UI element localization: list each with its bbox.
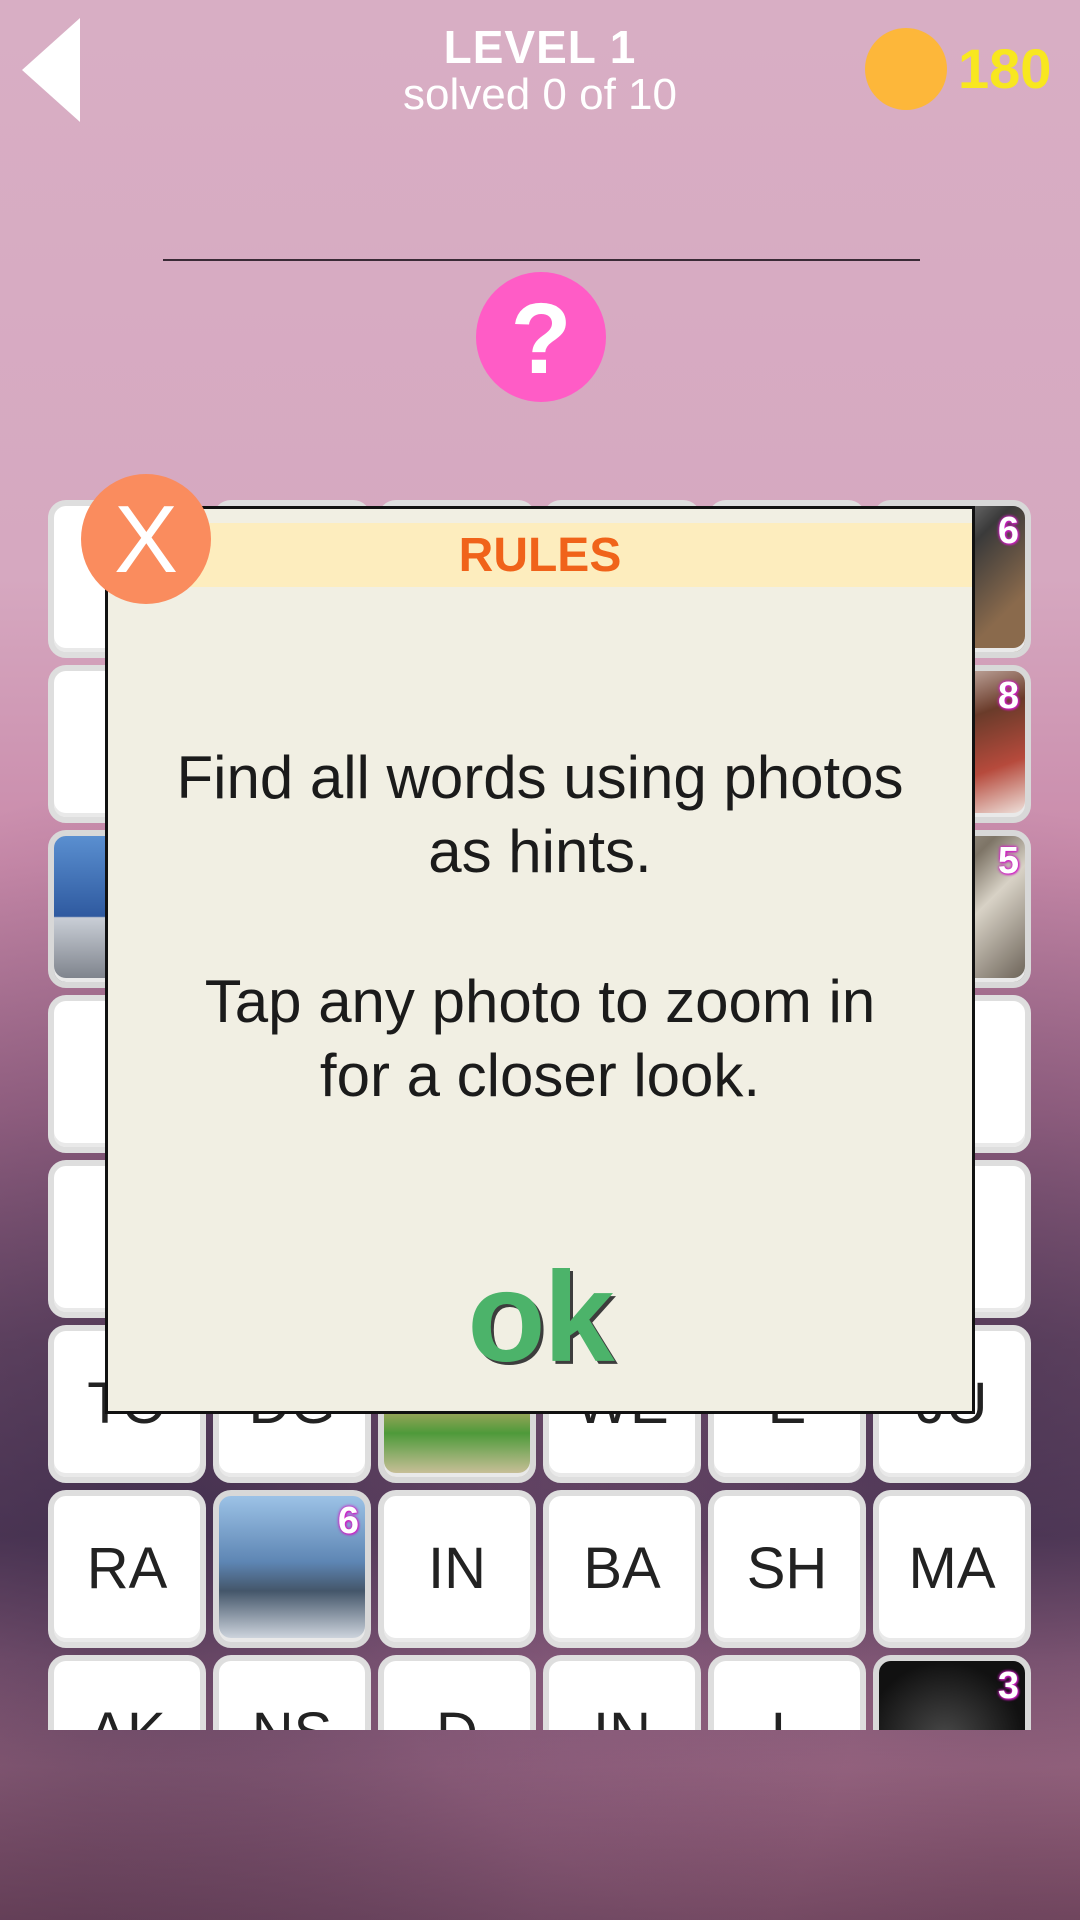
letter-tile[interactable]: RA xyxy=(48,1490,206,1648)
close-button[interactable]: X xyxy=(81,474,211,604)
rules-text-line-2: as hints. xyxy=(428,818,652,885)
ok-button[interactable]: ok xyxy=(108,1244,972,1391)
letter-tile[interactable]: BA xyxy=(543,1490,701,1648)
photo-letter-count-badge: 6 xyxy=(997,510,1019,552)
photo-letter-count-badge: 3 xyxy=(997,1665,1019,1707)
rules-text-line-3: Tap any photo to zoom in xyxy=(204,968,876,1035)
letter-tile[interactable]: SH xyxy=(708,1490,866,1648)
photo-letter-count-badge: 6 xyxy=(337,1500,359,1542)
letter-tile[interactable]: IN xyxy=(543,1655,701,1730)
rules-text-line-4: for a closer look. xyxy=(319,1042,761,1109)
coin-icon xyxy=(865,28,947,110)
rules-title: RULES xyxy=(108,523,972,587)
help-button[interactable]: ? xyxy=(476,272,606,402)
letter-tile[interactable]: MA xyxy=(873,1490,1031,1648)
photo-letter-count-badge: 5 xyxy=(997,840,1019,882)
photo-letter-count-badge: 8 xyxy=(997,675,1019,717)
rules-dialog: RULES Find all words using photos as hin… xyxy=(105,506,975,1414)
letter-tile[interactable]: D xyxy=(378,1655,536,1730)
letter-tile[interactable]: AK xyxy=(48,1655,206,1730)
letter-tile[interactable]: L xyxy=(708,1655,866,1730)
coin-count: 180 xyxy=(958,37,1052,100)
letter-tile[interactable]: NS xyxy=(213,1655,371,1730)
photo-tile[interactable]: 6 xyxy=(213,1490,371,1648)
letter-tile[interactable]: IN xyxy=(378,1490,536,1648)
rules-text-line-1: Find all words using photos xyxy=(176,744,904,811)
answer-underline xyxy=(163,259,920,261)
photo-tile[interactable]: 3 xyxy=(873,1655,1031,1730)
